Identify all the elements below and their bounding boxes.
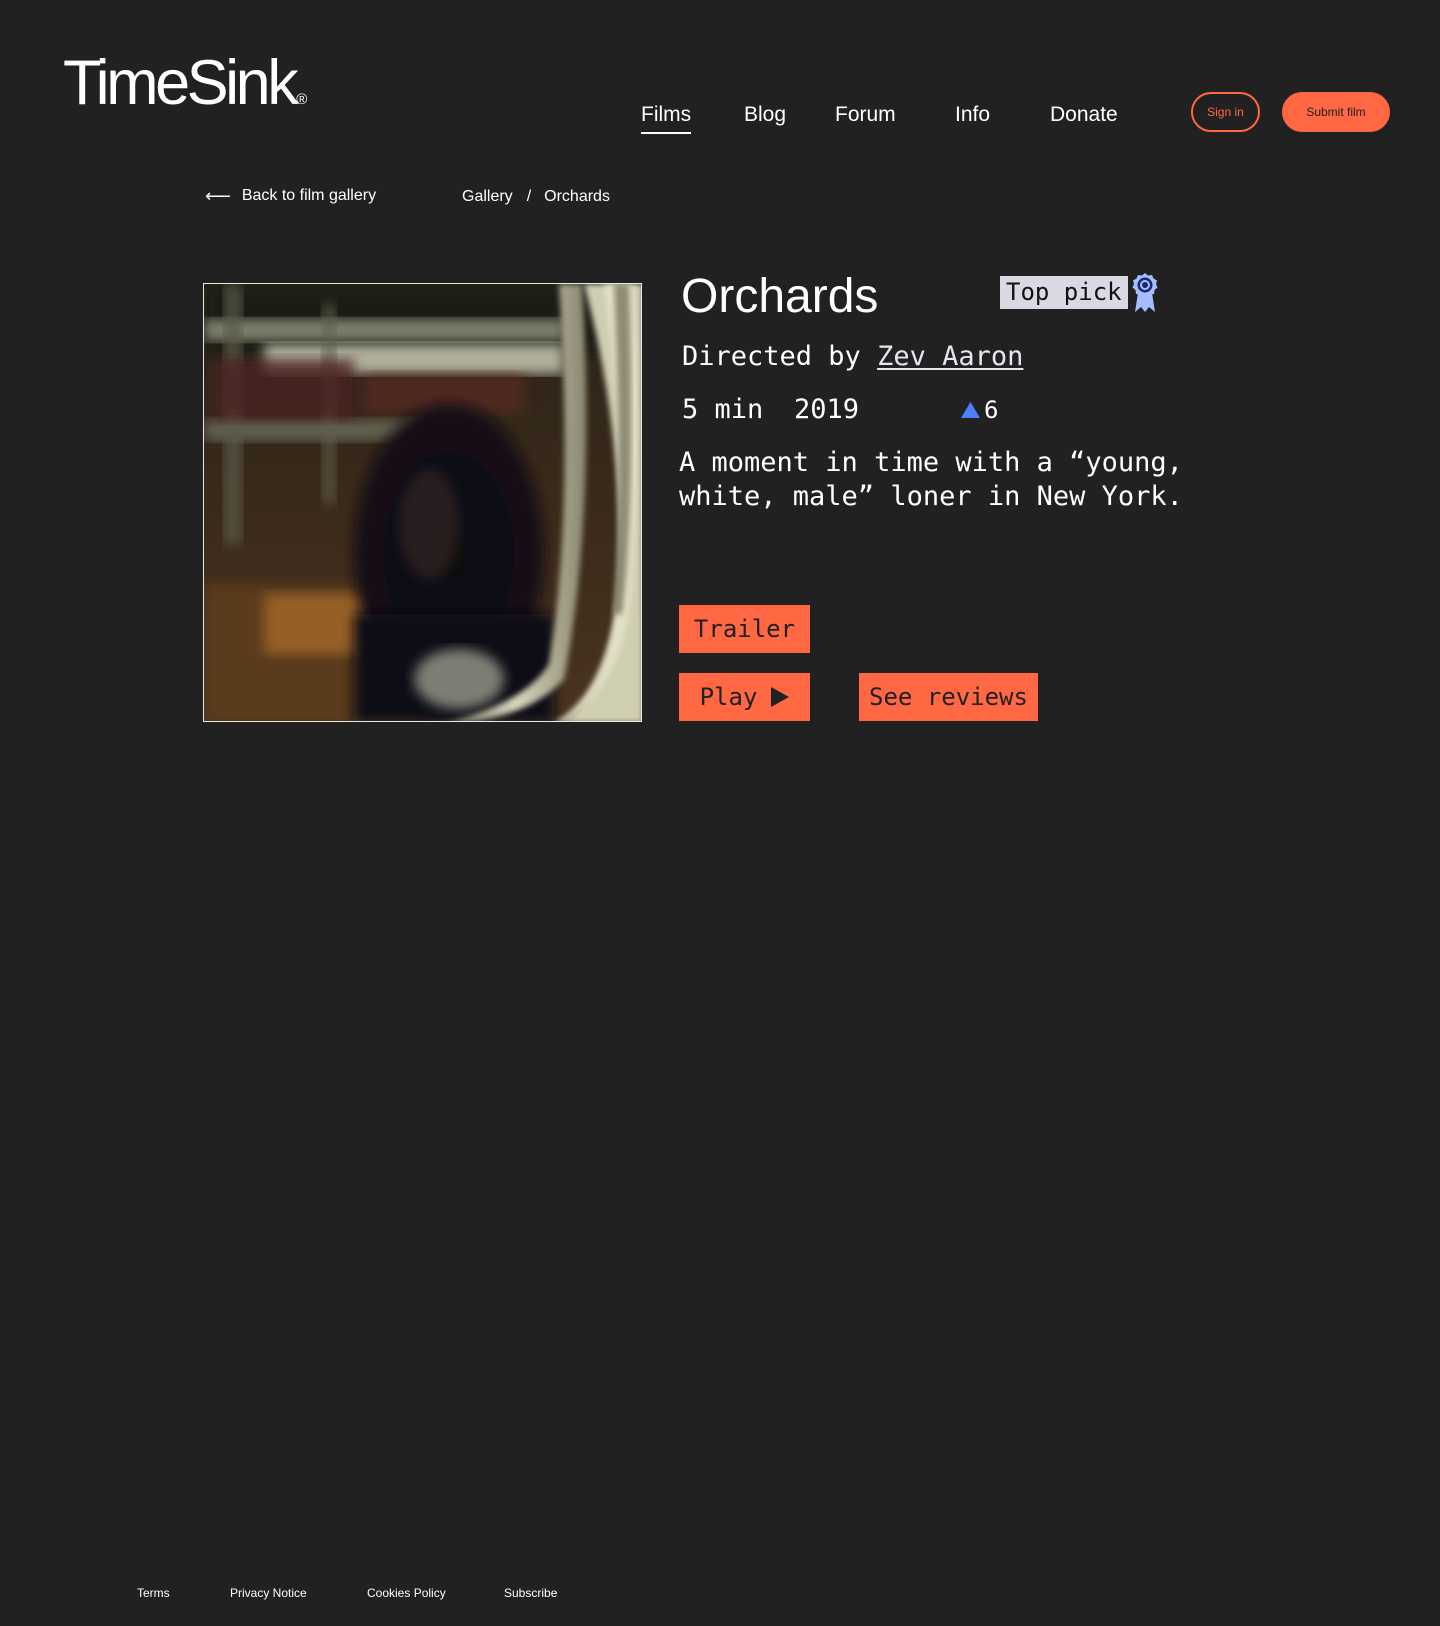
film-year: 2019: [794, 394, 860, 425]
director-link[interactable]: Zev Aaron: [877, 341, 1023, 372]
top-pick-badge: Top pick: [1000, 276, 1128, 309]
nav-films[interactable]: Films: [641, 102, 692, 134]
trailer-button[interactable]: Trailer: [679, 605, 810, 653]
breadcrumb: Gallery / Orchards: [462, 188, 610, 206]
film-description: A moment in time with a “young, white, m…: [679, 447, 1183, 512]
footer-terms-link[interactable]: Terms: [137, 1586, 170, 1600]
registered-mark: ®: [296, 91, 308, 108]
upvote-triangle-icon: [961, 402, 980, 418]
film-duration: 5 min: [682, 394, 764, 425]
back-to-gallery-link[interactable]: ⟵ Back to film gallery: [205, 187, 376, 205]
vote-count: 6: [984, 396, 999, 424]
play-button-label: Play: [699, 683, 758, 711]
arrow-left-icon: ⟵: [205, 186, 231, 206]
director-line: Directed by Zev Aaron: [682, 340, 1023, 374]
breadcrumb-gallery[interactable]: Gallery: [462, 188, 513, 206]
footer-privacy-link[interactable]: Privacy Notice: [230, 1586, 307, 1600]
play-icon: [771, 687, 790, 707]
film-still-image: [204, 284, 641, 721]
back-link-label: Back to film gallery: [241, 187, 377, 204]
nav-blog[interactable]: Blog: [744, 102, 786, 128]
sign-in-button[interactable]: Sign in: [1191, 92, 1260, 132]
film-poster[interactable]: [203, 283, 642, 722]
footer-subscribe-link[interactable]: Subscribe: [504, 1586, 557, 1600]
breadcrumb-separator: /: [526, 188, 532, 205]
film-title: Orchards: [681, 270, 879, 323]
submit-film-button[interactable]: Submit film: [1282, 92, 1390, 132]
site-logo[interactable]: TimeSink®: [63, 52, 307, 115]
see-reviews-button[interactable]: See reviews: [859, 673, 1038, 721]
logo-text: TimeSink: [63, 48, 299, 118]
nav-info[interactable]: Info: [955, 102, 990, 128]
play-button[interactable]: Play: [679, 673, 810, 721]
upvote-control[interactable]: 6: [961, 393, 998, 427]
award-ribbon-icon: [1132, 273, 1158, 312]
director-prefix: Directed by: [682, 341, 861, 372]
nav-donate[interactable]: Donate: [1050, 102, 1118, 128]
breadcrumb-current: Orchards: [544, 188, 610, 205]
nav-forum[interactable]: Forum: [835, 102, 896, 128]
footer-cookies-link[interactable]: Cookies Policy: [367, 1586, 446, 1600]
